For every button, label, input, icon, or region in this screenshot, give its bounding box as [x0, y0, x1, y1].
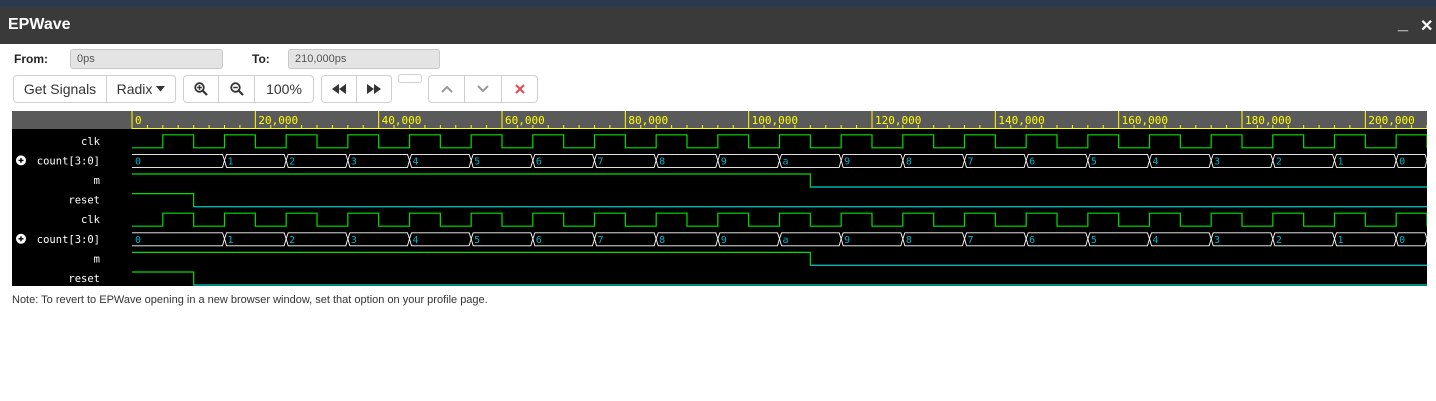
bus-value-label: 7 — [598, 156, 604, 167]
move-up-button[interactable] — [428, 75, 465, 103]
bus-value-label: 6 — [536, 156, 542, 167]
bus-value-label: 3 — [1214, 235, 1220, 246]
minimize-button[interactable]: _ — [1398, 13, 1408, 34]
radix-label: Radix — [116, 81, 153, 97]
bus-value-label: 5 — [1091, 156, 1097, 167]
ruler-tick-label: 60,000 — [505, 114, 545, 127]
ruler-corner — [12, 111, 132, 129]
bus-value-label: 3 — [351, 156, 357, 167]
bus-value-label: 5 — [474, 156, 480, 167]
zoom-out-button[interactable] — [219, 75, 255, 103]
move-down-button[interactable] — [465, 75, 502, 103]
fast-forward-button[interactable] — [357, 75, 392, 103]
close-button[interactable]: ✕ — [1420, 16, 1433, 36]
ruler-tick-label: 120,000 — [875, 114, 921, 127]
get-signals-label: Get Signals — [23, 81, 97, 97]
bus-value-label: 1 — [1338, 235, 1344, 246]
bus-value-label: 0 — [135, 235, 141, 246]
ruler-tick-label: 140,000 — [998, 114, 1044, 127]
bus-value-label: 8 — [659, 235, 665, 246]
bus-value-label: 5 — [1091, 235, 1097, 246]
bus-value-label: 0 — [135, 156, 141, 167]
browser-top-strip — [0, 0, 1436, 7]
delete-icon — [514, 84, 525, 94]
to-field[interactable] — [288, 49, 440, 69]
signal-name-count30: count[3:0] — [37, 234, 100, 246]
bus-value-label: a — [783, 235, 789, 246]
ruler-tick-label: 20,000 — [258, 114, 298, 127]
bus-value-label: 6 — [1029, 156, 1035, 167]
signal-name-reset: reset — [68, 195, 100, 207]
ruler-tick-label: 180,000 — [1245, 114, 1291, 127]
bus-value-label: 7 — [968, 235, 974, 246]
chevron-up-icon — [440, 85, 453, 93]
bus-value-label: 4 — [1153, 156, 1159, 167]
bus-value-label: 9 — [721, 156, 727, 167]
bus-value-label: 3 — [1214, 156, 1220, 167]
radix-dropdown[interactable]: Radix — [107, 75, 176, 103]
bus-value-label: 2 — [1276, 235, 1282, 246]
bus-value-label: 3 — [351, 235, 357, 246]
signal-name-reset: reset — [68, 273, 100, 285]
bus-value-label: a — [783, 156, 789, 167]
rewind-button[interactable] — [321, 75, 357, 103]
bus-value-label: 8 — [659, 156, 665, 167]
chevron-down-icon — [477, 85, 489, 93]
signal-name-count30: count[3:0] — [37, 155, 100, 167]
bus-value-label: 5 — [474, 235, 480, 246]
caret-down-icon — [156, 86, 166, 92]
bus-value-label: 2 — [1276, 156, 1282, 167]
bus-value-label: 0 — [1399, 156, 1405, 167]
bus-value-label: 4 — [413, 235, 419, 246]
blank-button[interactable] — [398, 74, 422, 83]
waveform-viewer[interactable]: 0 20,000 40,000 60,000 80,000 100,000 120,000 1… — [12, 111, 1427, 286]
signal-name-m: m — [94, 175, 100, 187]
footer-note: Note: To revert to EPWave opening in a n… — [12, 294, 488, 306]
bus-value-label: 1 — [228, 235, 234, 246]
ruler-tick-label: 200,000 — [1368, 114, 1414, 127]
bus-value-label: 4 — [1153, 235, 1159, 246]
zoom-out-icon — [229, 82, 244, 96]
bus-value-label: 9 — [844, 235, 850, 246]
bus-value-label: 2 — [289, 156, 295, 167]
ruler-tick-label: 160,000 — [1122, 114, 1168, 127]
bus-value-label: 1 — [1338, 156, 1344, 167]
zoom-in-button[interactable] — [183, 75, 219, 103]
get-signals-button[interactable]: Get Signals — [13, 75, 107, 103]
bus-value-label: 6 — [1029, 235, 1035, 246]
bus-value-label: 1 — [228, 156, 234, 167]
bus-value-label: 2 — [289, 235, 295, 246]
bus-value-label: 0 — [1399, 235, 1405, 246]
zoom-level-label: 100% — [266, 81, 302, 97]
bus-value-label: 8 — [906, 156, 912, 167]
ruler-tick-label: 100,000 — [752, 114, 798, 127]
bus-value-label: 7 — [968, 156, 974, 167]
from-label: From: — [14, 52, 48, 66]
to-label: To: — [252, 52, 270, 66]
window-titlebar: EPWave _ ✕ — [0, 7, 1436, 44]
bus-value-label: 9 — [721, 235, 727, 246]
from-field[interactable] — [70, 49, 223, 69]
zoom-level-button[interactable]: 100% — [255, 75, 314, 103]
signal-name-clk: clk — [81, 214, 101, 226]
bus-value-label: 9 — [844, 156, 850, 167]
signal-name-m: m — [94, 253, 100, 265]
window-title: EPWave — [8, 16, 71, 33]
fast-forward-icon — [367, 84, 381, 94]
ruler-tick-label: 80,000 — [628, 114, 668, 127]
bus-value-label: 6 — [536, 235, 542, 246]
ruler-tick-label: 40,000 — [382, 114, 422, 127]
bus-value-label: 4 — [413, 156, 419, 167]
delete-button[interactable] — [502, 75, 538, 103]
rewind-icon — [332, 84, 346, 94]
signal-name-clk: clk — [81, 136, 101, 148]
bus-value-label: 7 — [598, 235, 604, 246]
bus-value-label: 8 — [906, 235, 912, 246]
zoom-in-icon — [194, 82, 208, 96]
ruler-tick-label: 0 — [135, 114, 142, 127]
